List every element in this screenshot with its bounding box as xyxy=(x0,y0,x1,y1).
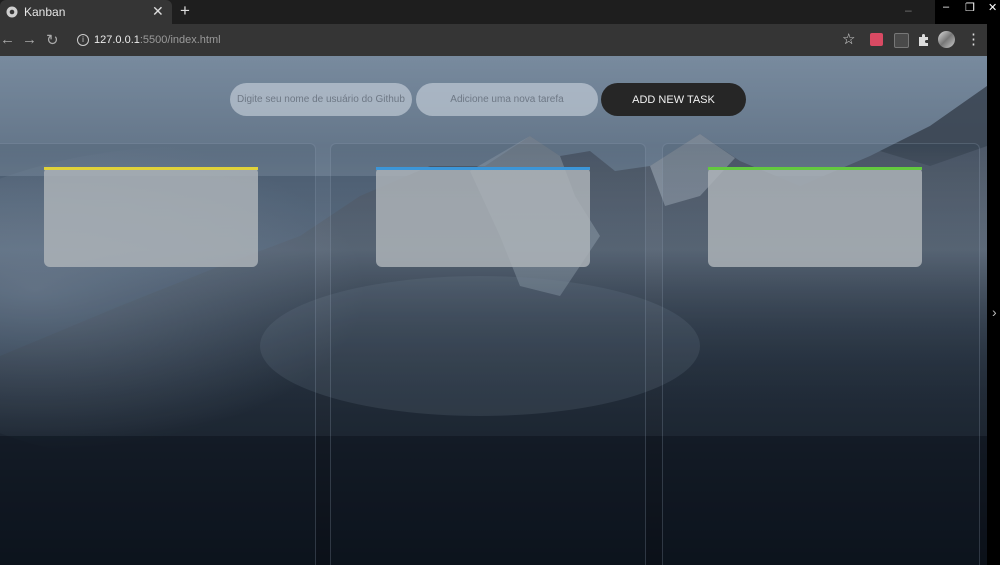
chevron-right-icon[interactable]: › xyxy=(992,304,997,320)
task-card[interactable] xyxy=(44,167,258,267)
tab-search-icon[interactable]: – xyxy=(905,3,912,17)
extension-icon[interactable] xyxy=(870,33,883,46)
kebab-menu-icon[interactable]: ⋮ xyxy=(966,30,981,48)
browser-tab[interactable]: Kanban ✕ xyxy=(0,0,172,24)
tab-strip: Kanban ✕ + – xyxy=(0,0,935,24)
reload-icon[interactable]: ↻ xyxy=(46,31,59,49)
browser-toolbar: ← → ↻ i 127.0.0.1:5500/index.html ☆ ⋮ xyxy=(0,24,987,56)
close-icon[interactable]: ✕ xyxy=(152,3,164,20)
forward-arrow-icon[interactable]: → xyxy=(22,31,37,48)
url-path: :5500/index.html xyxy=(139,34,221,46)
back-arrow-icon[interactable]: ← xyxy=(0,31,15,48)
restore-icon[interactable]: ❐ xyxy=(965,1,975,14)
github-username-input[interactable] xyxy=(230,83,412,116)
page-viewport: ADD NEW TASK xyxy=(0,56,987,565)
task-card[interactable] xyxy=(376,167,590,267)
task-card[interactable] xyxy=(708,167,922,267)
info-icon[interactable]: i xyxy=(77,34,89,46)
card-accent-bar-yellow xyxy=(44,167,258,170)
add-new-task-button[interactable]: ADD NEW TASK xyxy=(601,83,746,116)
minimize-icon[interactable]: – xyxy=(943,1,949,13)
window-controls: – ❐ ✕ xyxy=(935,0,1000,17)
window-close-icon[interactable]: ✕ xyxy=(988,1,997,14)
new-tab-plus-icon[interactable]: + xyxy=(180,1,190,21)
extension-icon[interactable] xyxy=(894,33,909,48)
puzzle-icon[interactable] xyxy=(917,33,930,46)
address-bar[interactable]: 127.0.0.1:5500/index.html xyxy=(94,34,221,46)
card-accent-bar-green xyxy=(708,167,922,170)
tab-title: Kanban xyxy=(24,5,66,19)
avatar[interactable] xyxy=(938,31,955,48)
url-host: 127.0.0.1 xyxy=(94,34,140,46)
star-icon[interactable]: ☆ xyxy=(842,30,855,48)
card-accent-bar-blue xyxy=(376,167,590,170)
chrome-logo-icon xyxy=(6,6,18,18)
new-task-input[interactable] xyxy=(416,83,598,116)
